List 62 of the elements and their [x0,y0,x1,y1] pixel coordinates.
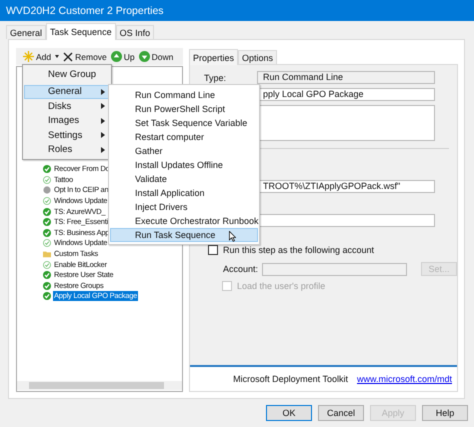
check-icon [43,260,51,269]
check-icon [43,292,51,300]
account-field[interactable] [262,262,407,276]
check-icon [43,282,51,290]
tab[interactable]: Options [238,50,278,64]
menu-item[interactable]: Settings [24,128,110,142]
menu-item[interactable]: Roles [24,142,110,157]
checkbox[interactable] [208,245,218,255]
menu-item[interactable]: Gather [110,144,258,158]
submenu-arrow-icon [101,103,105,110]
horizontal-scrollbar[interactable] [17,381,182,390]
menu-item[interactable]: Restart computer [110,130,258,144]
check-icon [43,197,51,206]
menu-item[interactable]: New Group [24,67,110,82]
dialog-button[interactable]: Cancel [318,405,364,421]
sparkle-icon [23,51,34,62]
checkbox-label: Load the user's profile [236,281,326,291]
menu-item[interactable]: Run Task Sequence [110,228,258,242]
mouse-pointer-icon [229,231,236,242]
menu-item[interactable]: Inject Drivers [110,200,258,214]
check-icon [43,271,51,280]
menu-item[interactable]: Set Task Sequence Variable [110,116,258,130]
close-icon [63,52,74,62]
circle-icon [43,186,51,194]
check-icon [43,208,51,216]
menu-item[interactable]: Install Updates Offline [110,158,258,172]
toolbar-button[interactable]: Down [138,51,174,62]
submenu-arrow-icon [101,88,105,95]
menu-item[interactable]: Execute Orchestrator Runbook [110,214,258,228]
check-icon [43,218,51,226]
submenu-arrow-icon [101,118,105,124]
toolbar-button[interactable]: Up [110,51,136,62]
menu-item[interactable]: Run PowerShell Script [110,102,258,116]
submenu-arrow-icon [101,146,105,153]
toolbar-button[interactable]: Remove [62,52,108,62]
footer-text: Microsoft Deployment Toolkit [233,374,348,384]
checkbox-label: Run this step as the following account [222,245,374,255]
type-field: Run Command Line [256,71,435,84]
menu-item[interactable]: Install Application [110,186,258,200]
menu-item[interactable]: Validate [110,172,258,186]
submenu-arrow-icon [101,132,105,138]
tab[interactable]: General [6,25,46,39]
menu-item[interactable]: General [24,84,110,99]
check-icon [43,176,51,184]
dialog-button[interactable]: OK [266,405,312,421]
tab[interactable]: Task Sequence [46,23,116,40]
check-icon [43,228,51,237]
folder-icon [43,250,51,258]
caret-icon [55,55,60,58]
field-label: Account: [222,264,258,274]
toolbar-button[interactable]: Add [22,51,60,62]
tab[interactable]: Properties [188,49,238,65]
check-icon [43,165,51,174]
field-label: Type: [204,72,227,83]
dialog-button[interactable]: Help [422,405,468,421]
tab[interactable]: OS Info [116,25,154,39]
window-title: WVD20H2 Customer 2 Properties [6,4,164,16]
menu-item[interactable]: Disks [24,99,110,114]
check-icon [43,239,51,248]
menu-item[interactable]: Run Command Line [110,88,258,102]
website-link[interactable]: www.microsoft.com/mdt [356,374,452,384]
menu-item[interactable]: Images [24,114,110,128]
